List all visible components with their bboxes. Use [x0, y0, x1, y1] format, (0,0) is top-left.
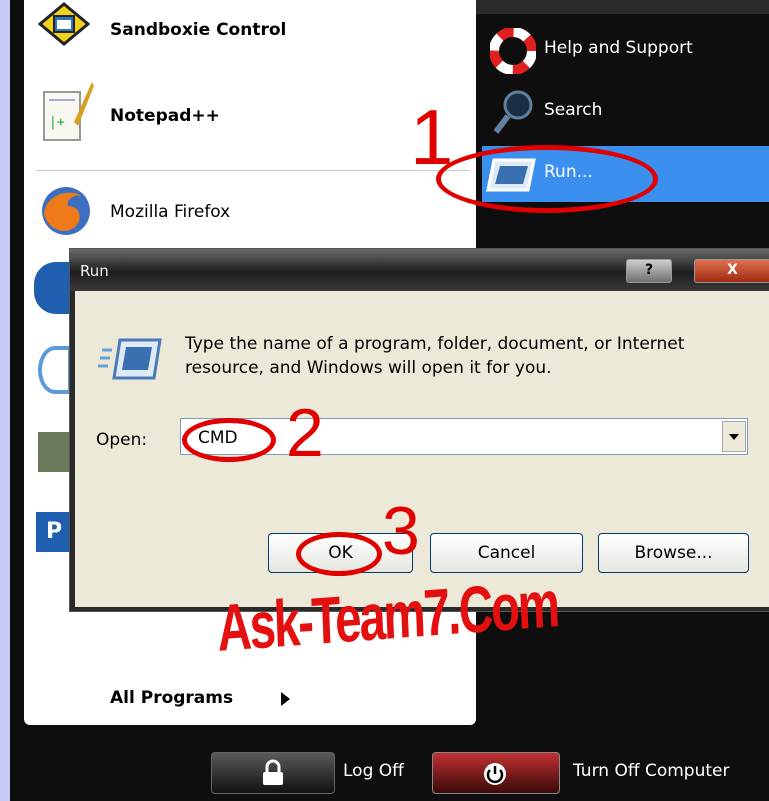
dialog-close-button[interactable]: X — [694, 259, 769, 283]
svg-text:|+: |+ — [49, 115, 65, 130]
browse-button[interactable]: Browse... — [598, 533, 749, 573]
notepad-plus-plus-icon: |+ — [43, 82, 94, 141]
pinned-item-notepad-plus-plus[interactable]: |+ Notepad++ — [30, 78, 470, 152]
arrow-right-icon — [281, 692, 290, 706]
help-and-support-label: Help and Support — [544, 38, 693, 58]
start-menu-right-pane-header — [476, 0, 769, 14]
chevron-down-icon — [729, 434, 739, 440]
search-label: Search — [544, 100, 603, 120]
turn-off-computer-button[interactable] — [432, 752, 560, 794]
log-off-button[interactable] — [211, 752, 335, 794]
firefox-icon — [42, 187, 90, 235]
start-menu-search[interactable]: Search — [482, 84, 769, 140]
annotation-ring-ok — [296, 532, 382, 576]
run-dialog-message: Type the name of a program, folder, docu… — [185, 334, 685, 378]
run-dialog-icon — [98, 338, 162, 380]
annotation-ring-cmd — [182, 418, 276, 462]
program-icon-partial — [34, 262, 74, 314]
sandboxie-icon — [38, 2, 90, 46]
pinned-item-label: Sandboxie Control — [110, 20, 287, 40]
pinned-item-firefox[interactable]: Mozilla Firefox — [30, 180, 470, 244]
padlock-icon — [263, 759, 283, 785]
pinned-item-label: Mozilla Firefox — [110, 202, 231, 222]
magnifier-icon-partial — [38, 346, 72, 394]
combobox-dropdown-button[interactable] — [722, 421, 746, 452]
search-magnifier-icon — [493, 90, 533, 134]
dialog-help-button[interactable]: ? — [626, 259, 672, 283]
power-icon — [484, 763, 506, 785]
all-programs-link[interactable]: All Programs — [100, 676, 320, 720]
annotation-step-2: 2 — [286, 395, 324, 471]
turn-off-computer-label: Turn Off Computer — [573, 761, 730, 781]
annotation-step-3: 3 — [382, 493, 420, 569]
hardware-icon-partial — [38, 432, 72, 472]
log-off-label: Log Off — [343, 761, 404, 781]
cancel-button[interactable]: Cancel — [430, 533, 583, 573]
pinned-item-label: Notepad++ — [110, 106, 220, 126]
app-icon-partial: P — [36, 512, 72, 552]
all-programs-label: All Programs — [110, 688, 234, 708]
open-label: Open: — [96, 430, 148, 450]
pinned-separator — [36, 170, 470, 171]
pinned-item-sandboxie[interactable]: Sandboxie Control — [30, 0, 470, 58]
start-menu-help-and-support[interactable]: Help and Support — [482, 22, 769, 78]
run-dialog-title: Run — [80, 262, 109, 280]
annotation-ring-run — [436, 145, 658, 213]
help-lifebuoy-icon — [490, 28, 536, 74]
